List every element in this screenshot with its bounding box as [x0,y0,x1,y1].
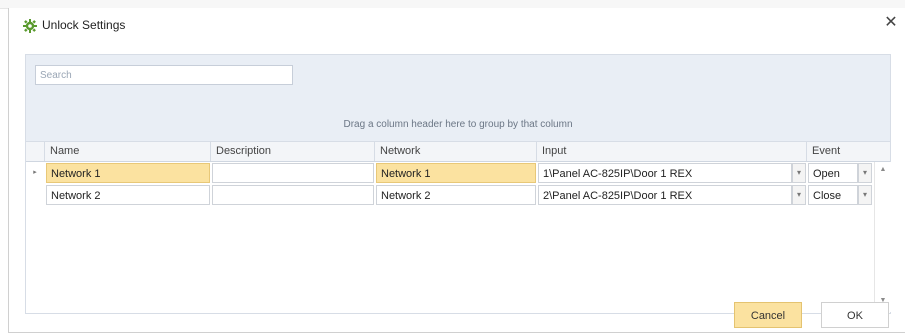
event-cell[interactable]: Open [808,163,858,183]
close-button[interactable]: ✕ [881,13,901,33]
unlock-settings-grid-panel: Drag a column header here to group by th… [25,54,891,314]
vertical-scrollbar[interactable]: ▲ ▼ [874,162,891,312]
description-cell[interactable] [212,163,374,183]
table-row[interactable]: ▸ Network 1 Network 1 1\Panel AC-825IP\D… [26,162,890,184]
cancel-button[interactable]: Cancel [734,302,802,328]
network-cell[interactable]: Network 1 [376,163,536,183]
input-dropdown-button[interactable]: ▾ [792,163,806,183]
event-dropdown-button[interactable]: ▾ [858,163,872,183]
event-dropdown-button[interactable]: ▾ [858,185,872,205]
ok-button[interactable]: OK [821,302,889,328]
name-cell[interactable]: Network 2 [46,185,210,205]
column-header-input[interactable]: Input [536,142,806,161]
column-header-event[interactable]: Event [806,142,874,161]
input-cell[interactable]: 1\Panel AC-825IP\Door 1 REX [538,163,792,183]
table-row[interactable]: Network 2 Network 2 2\Panel AC-825IP\Doo… [26,184,890,206]
event-cell[interactable]: Close [808,185,858,205]
description-cell[interactable] [212,185,374,205]
network-cell[interactable]: Network 2 [376,185,536,205]
unlock-settings-dialog: Unlock Settings ✕ Drag a column header h… [8,8,905,333]
row-indicator-icon [26,185,44,205]
row-indicator-icon: ▸ [33,169,37,176]
input-cell[interactable]: 2\Panel AC-825IP\Door 1 REX [538,185,792,205]
scroll-up-icon[interactable]: ▲ [875,163,891,177]
column-header-name[interactable]: Name [44,142,210,161]
grid-header: Name Description Network Input Event [26,142,890,162]
group-by-area[interactable]: Drag a column header here to group by th… [26,55,890,142]
dialog-title: Unlock Settings [42,18,126,32]
column-header-description[interactable]: Description [210,142,374,161]
gear-icon [23,19,37,33]
column-header-network[interactable]: Network [374,142,536,161]
search-input[interactable] [35,65,293,85]
name-cell[interactable]: Network 1 [46,163,210,183]
group-by-hint: Drag a column header here to group by th… [343,119,573,130]
input-dropdown-button[interactable]: ▾ [792,185,806,205]
title-bar: Unlock Settings ✕ [9,8,905,40]
